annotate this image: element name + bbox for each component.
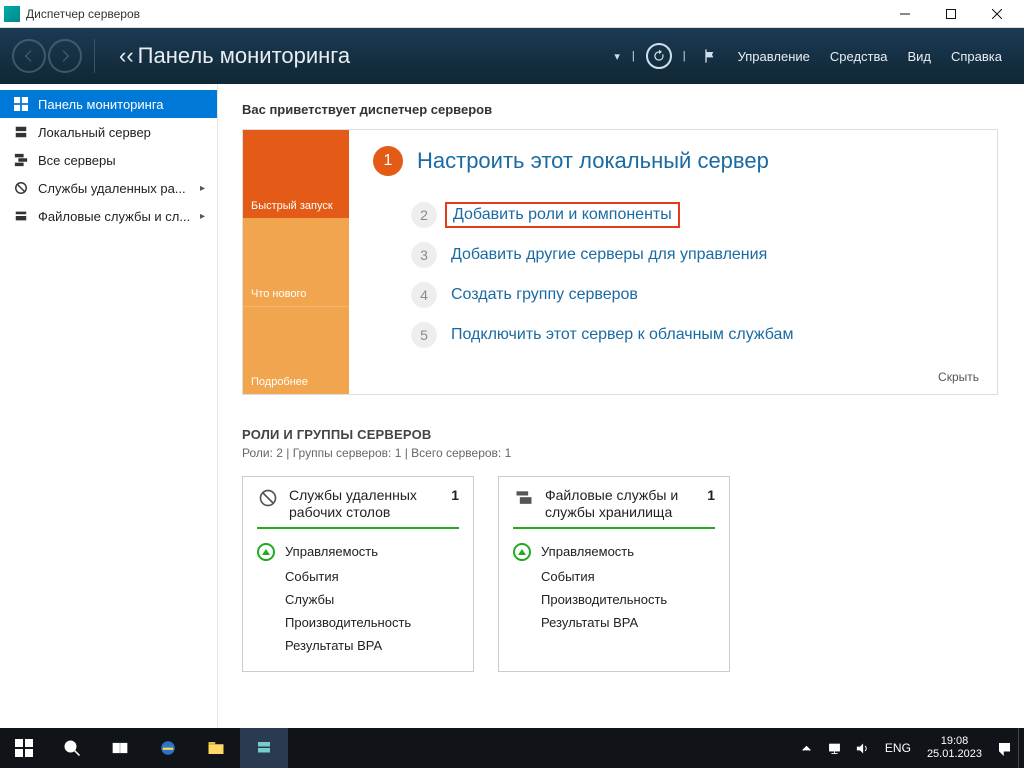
step-number: 2 bbox=[411, 202, 437, 228]
tray-chevron-up-icon[interactable] bbox=[793, 728, 821, 768]
menu-view[interactable]: Вид bbox=[907, 49, 931, 64]
tile-row-manage[interactable]: Управляемость bbox=[513, 539, 715, 565]
tile-row-manage[interactable]: Управляемость bbox=[257, 539, 459, 565]
role-tiles: Службы удаленных рабочих столов 1 Управл… bbox=[242, 476, 998, 672]
quickstart-panel: Быстрый запуск Что нового Подробнее 1 На… bbox=[242, 129, 998, 395]
roles-heading: РОЛИ И ГРУППЫ СЕРВЕРОВ bbox=[242, 427, 998, 442]
rds-icon bbox=[257, 487, 279, 509]
status-up-icon bbox=[513, 543, 531, 561]
task-view-button[interactable] bbox=[96, 728, 144, 768]
sidebar-item-label: Все серверы bbox=[38, 153, 116, 168]
window-titlebar: Диспетчер серверов bbox=[0, 0, 1024, 28]
add-other-servers-link[interactable]: Добавить другие серверы для управления bbox=[451, 246, 767, 264]
status-bar bbox=[257, 527, 459, 529]
app-header: ‹‹ Панель мониторинга ▾ | | Управление С… bbox=[0, 28, 1024, 84]
sidebar-item-dashboard[interactable]: Панель мониторинга bbox=[0, 90, 217, 118]
tray-action-center-icon[interactable] bbox=[990, 728, 1018, 768]
connect-cloud-link[interactable]: Подключить этот сервер к облачным служба… bbox=[451, 326, 793, 344]
tile-row-bpa[interactable]: Результаты BPA bbox=[513, 611, 715, 634]
quickstart-tab-whatsnew[interactable]: Что нового bbox=[243, 218, 349, 306]
chevron-right-icon: ▸ bbox=[200, 183, 205, 194]
tile-row-services[interactable]: Службы bbox=[257, 588, 459, 611]
roles-subheading: Роли: 2 | Группы серверов: 1 | Всего сер… bbox=[242, 446, 998, 460]
file-services-icon bbox=[513, 487, 535, 509]
rds-icon bbox=[12, 181, 30, 195]
refresh-button[interactable] bbox=[645, 42, 673, 70]
menu-manage[interactable]: Управление bbox=[738, 49, 810, 64]
divider: | bbox=[632, 50, 635, 62]
forward-button[interactable] bbox=[48, 39, 82, 73]
hide-link[interactable]: Скрыть bbox=[938, 370, 979, 384]
tile-title: Файловые службы и службы хранилища bbox=[545, 487, 697, 521]
tile-file-services[interactable]: Файловые службы и службы хранилища 1 Упр… bbox=[498, 476, 730, 672]
tile-row-perf[interactable]: Производительность bbox=[257, 611, 459, 634]
sidebar-item-all-servers[interactable]: Все серверы bbox=[0, 146, 217, 174]
minimize-button[interactable] bbox=[882, 0, 928, 28]
search-button[interactable] bbox=[48, 728, 96, 768]
servers-icon bbox=[12, 153, 30, 167]
tray-language[interactable]: ENG bbox=[877, 741, 919, 755]
window-title: Диспетчер серверов bbox=[26, 7, 882, 21]
notifications-flag-icon[interactable] bbox=[696, 42, 724, 70]
tile-count: 1 bbox=[451, 487, 459, 503]
create-server-group-link[interactable]: Создать группу серверов bbox=[451, 286, 638, 304]
step-number: 4 bbox=[411, 282, 437, 308]
close-button[interactable] bbox=[974, 0, 1020, 28]
tray-volume-icon[interactable] bbox=[849, 728, 877, 768]
tile-row-perf[interactable]: Производительность bbox=[513, 588, 715, 611]
quickstart-tabs: Быстрый запуск Что нового Подробнее bbox=[243, 130, 349, 394]
sidebar-item-label: Локальный сервер bbox=[38, 125, 151, 140]
sidebar: Панель мониторинга Локальный сервер Все … bbox=[0, 84, 218, 728]
step-number: 5 bbox=[411, 322, 437, 348]
sidebar-item-label: Панель мониторинга bbox=[38, 97, 164, 112]
sidebar-item-file-services[interactable]: Файловые службы и сл... ▸ bbox=[0, 202, 217, 230]
divider bbox=[94, 39, 95, 73]
configure-local-server-link[interactable]: Настроить этот локальный сервер bbox=[417, 148, 769, 174]
dashboard-icon bbox=[12, 97, 30, 111]
tray-clock[interactable]: 19:08 25.01.2023 bbox=[919, 735, 990, 761]
app-icon bbox=[4, 6, 20, 22]
start-button[interactable] bbox=[0, 728, 48, 768]
sidebar-item-label: Файловые службы и сл... bbox=[38, 209, 190, 224]
sidebar-item-label: Службы удаленных ра... bbox=[38, 181, 186, 196]
server-icon bbox=[12, 125, 30, 139]
chevron-down-icon[interactable]: ▾ bbox=[614, 50, 620, 63]
quickstart-tab-quick[interactable]: Быстрый запуск bbox=[243, 130, 349, 218]
tile-rds[interactable]: Службы удаленных рабочих столов 1 Управл… bbox=[242, 476, 474, 672]
quickstart-tab-more[interactable]: Подробнее bbox=[243, 306, 349, 394]
main-content: Вас приветствует диспетчер серверов Быст… bbox=[218, 84, 1024, 728]
sidebar-item-local-server[interactable]: Локальный сервер bbox=[0, 118, 217, 146]
chevron-right-icon: ▸ bbox=[200, 211, 205, 222]
tile-row-bpa[interactable]: Результаты BPA bbox=[257, 634, 459, 657]
tile-row-events[interactable]: События bbox=[257, 565, 459, 588]
back-button[interactable] bbox=[12, 39, 46, 73]
step-number: 1 bbox=[373, 146, 403, 176]
tray-network-icon[interactable] bbox=[821, 728, 849, 768]
tile-count: 1 bbox=[707, 487, 715, 503]
taskbar-explorer[interactable] bbox=[192, 728, 240, 768]
file-services-icon bbox=[12, 209, 30, 223]
status-up-icon bbox=[257, 543, 275, 561]
step-number: 3 bbox=[411, 242, 437, 268]
taskbar-ie[interactable] bbox=[144, 728, 192, 768]
page-title: Панель мониторинга bbox=[138, 43, 609, 69]
welcome-heading: Вас приветствует диспетчер серверов bbox=[242, 102, 998, 117]
menu-help[interactable]: Справка bbox=[951, 49, 1002, 64]
breadcrumb-arrow: ‹‹ bbox=[119, 43, 134, 69]
tile-title: Службы удаленных рабочих столов bbox=[289, 487, 441, 521]
menu-tools[interactable]: Средства bbox=[830, 49, 888, 64]
maximize-button[interactable] bbox=[928, 0, 974, 28]
status-bar bbox=[513, 527, 715, 529]
tile-row-events[interactable]: События bbox=[513, 565, 715, 588]
divider: | bbox=[683, 50, 686, 62]
taskbar: ENG 19:08 25.01.2023 bbox=[0, 728, 1024, 768]
sidebar-item-rds[interactable]: Службы удаленных ра... ▸ bbox=[0, 174, 217, 202]
taskbar-server-manager[interactable] bbox=[240, 728, 288, 768]
add-roles-features-link[interactable]: Добавить роли и компоненты bbox=[445, 202, 680, 228]
show-desktop-button[interactable] bbox=[1018, 728, 1024, 768]
